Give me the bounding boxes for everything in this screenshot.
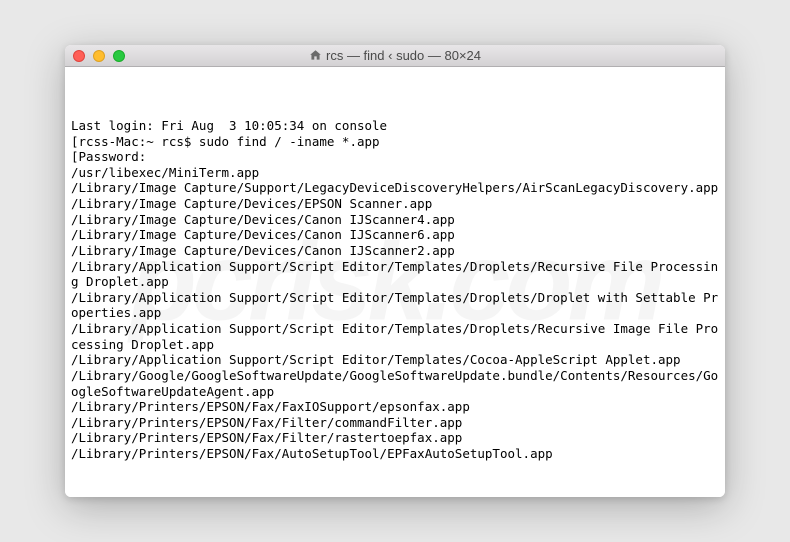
close-button[interactable]	[73, 50, 85, 62]
traffic-lights	[73, 50, 125, 62]
minimize-button[interactable]	[93, 50, 105, 62]
terminal-line: /Library/Application Support/Script Edit…	[71, 321, 719, 352]
terminal-line: [Password:	[71, 149, 719, 165]
window-title-text: rcs — find ‹ sudo — 80×24	[326, 48, 481, 63]
terminal-line: /Library/Printers/EPSON/Fax/Filter/comma…	[71, 415, 719, 431]
terminal-line: /Library/Image Capture/Support/LegacyDev…	[71, 180, 719, 196]
terminal-output[interactable]: pcrisk.com Last login: Fri Aug 3 10:05:3…	[65, 67, 725, 497]
terminal-line: Last login: Fri Aug 3 10:05:34 on consol…	[71, 118, 719, 134]
titlebar[interactable]: rcs — find ‹ sudo — 80×24	[65, 45, 725, 67]
terminal-line: [rcss-Mac:~ rcs$ sudo find / -iname *.ap…	[71, 134, 719, 150]
terminal-line: /Library/Printers/EPSON/Fax/AutoSetupToo…	[71, 446, 719, 462]
terminal-line: /Library/Application Support/Script Edit…	[71, 352, 719, 368]
terminal-line: /Library/Image Capture/Devices/EPSON Sca…	[71, 196, 719, 212]
terminal-line: /usr/libexec/MiniTerm.app	[71, 165, 719, 181]
terminal-line: /Library/Image Capture/Devices/Canon IJS…	[71, 227, 719, 243]
terminal-lines: Last login: Fri Aug 3 10:05:34 on consol…	[71, 118, 719, 462]
terminal-window: rcs — find ‹ sudo — 80×24 pcrisk.com Las…	[65, 45, 725, 497]
home-icon	[309, 49, 322, 62]
terminal-line: /Library/Printers/EPSON/Fax/FaxIOSupport…	[71, 399, 719, 415]
terminal-line: /Library/Image Capture/Devices/Canon IJS…	[71, 212, 719, 228]
terminal-line: /Library/Printers/EPSON/Fax/Filter/raste…	[71, 430, 719, 446]
terminal-line: /Library/Image Capture/Devices/Canon IJS…	[71, 243, 719, 259]
window-title: rcs — find ‹ sudo — 80×24	[309, 48, 481, 63]
terminal-line: /Library/Application Support/Script Edit…	[71, 290, 719, 321]
terminal-line: /Library/Application Support/Script Edit…	[71, 259, 719, 290]
maximize-button[interactable]	[113, 50, 125, 62]
terminal-line: /Library/Google/GoogleSoftwareUpdate/Goo…	[71, 368, 719, 399]
